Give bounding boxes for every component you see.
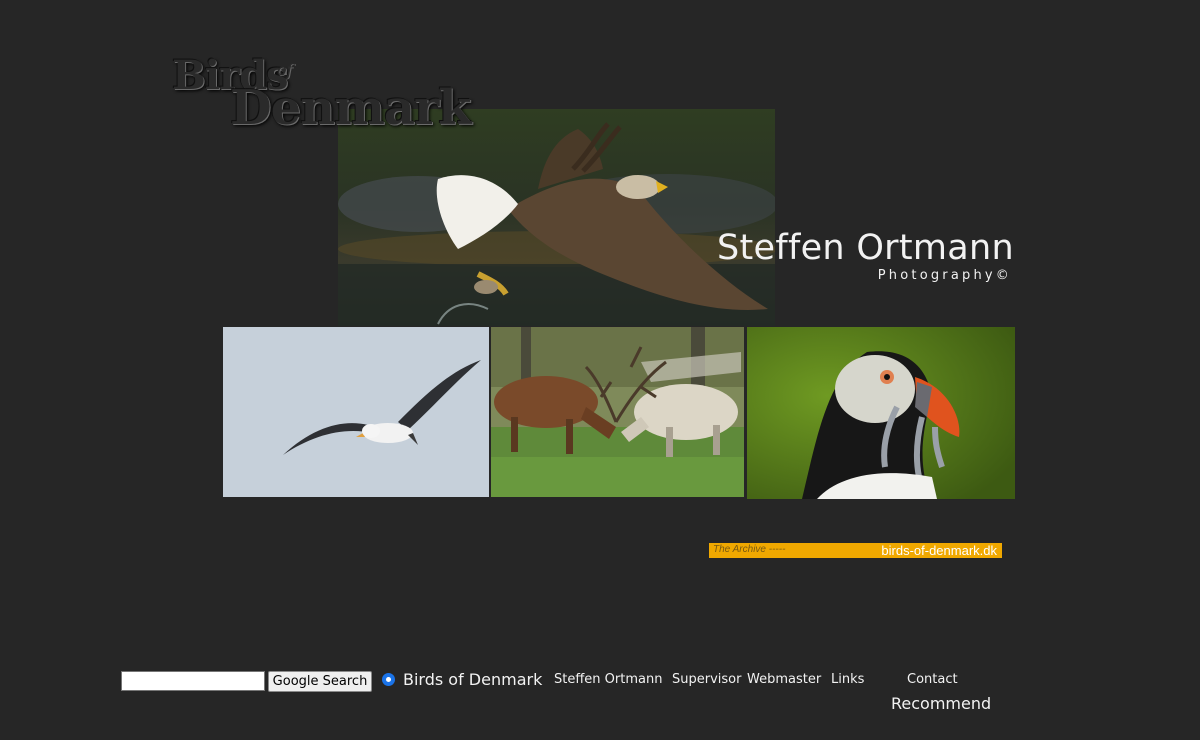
google-search-button[interactable]: Google Search	[268, 671, 372, 692]
logo-of: of	[277, 60, 293, 79]
nav-webmaster[interactable]: Webmaster	[747, 672, 821, 687]
nav-recommend[interactable]: Recommend	[891, 694, 991, 713]
logo-denmark: Denmark	[230, 80, 471, 136]
page: Birds of Denmark Steffen Ortmann Photogr…	[0, 0, 1200, 740]
site-logo[interactable]: Birds of Denmark	[172, 52, 512, 136]
archive-link[interactable]: The Archive ----- birds-of-denmark.dk	[709, 543, 1002, 558]
search-input[interactable]	[121, 671, 265, 691]
birds-of-denmark-radio-label[interactable]: Birds of Denmark	[403, 670, 542, 689]
nav-steffen-ortmann[interactable]: Steffen Ortmann	[554, 672, 662, 687]
nav-links[interactable]: Links	[831, 672, 864, 687]
nav-supervisor[interactable]: Supervisor	[672, 672, 741, 687]
nav-contact[interactable]: Contact	[907, 672, 958, 687]
albatross-photo[interactable]	[223, 327, 489, 497]
archive-label: The Archive -----	[713, 544, 786, 555]
deer-photo[interactable]	[491, 327, 744, 497]
eagle-photo[interactable]	[338, 109, 775, 326]
photography-subtitle: Photography©	[877, 268, 1012, 283]
photographer-name: Steffen Ortmann	[716, 228, 1014, 268]
puffin-photo[interactable]	[747, 327, 1015, 499]
archive-domain: birds-of-denmark.dk	[881, 543, 997, 558]
birds-of-denmark-radio[interactable]	[382, 673, 395, 686]
